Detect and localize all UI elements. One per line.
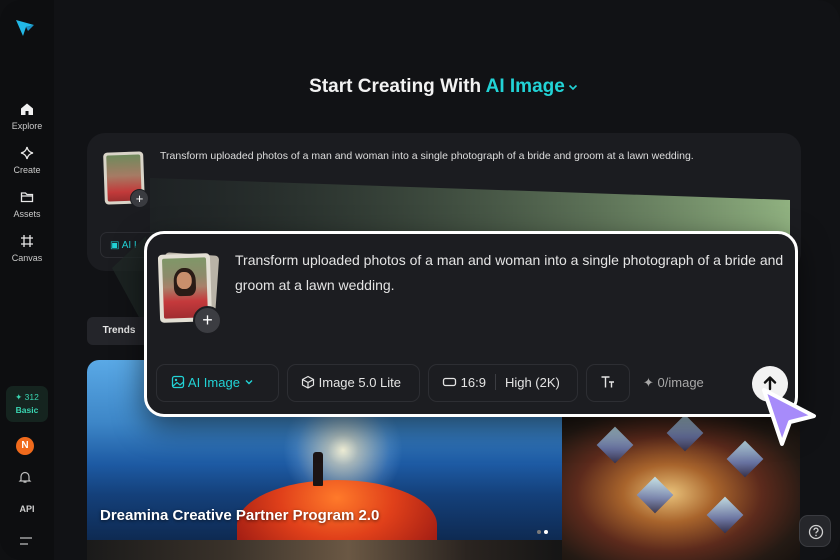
- sidebar-item-label: Explore: [11, 121, 43, 131]
- generation-cost: ✦ 0/image: [643, 364, 704, 402]
- bell-icon[interactable]: [18, 470, 32, 484]
- model-select[interactable]: Image 5.0 Lite: [287, 364, 420, 402]
- api-link[interactable]: API: [0, 504, 54, 514]
- prompt-card: + Transform uploaded photos of a man and…: [144, 231, 798, 417]
- title-accent: AI Image: [485, 76, 565, 97]
- hero-figure: [313, 452, 323, 486]
- ratio-label: 16:9: [460, 375, 486, 390]
- bg-mode-label: AI I: [121, 240, 137, 251]
- sidebar-item-create[interactable]: Create: [0, 146, 54, 175]
- folder-icon: [20, 192, 34, 203]
- text-style-button[interactable]: [586, 364, 630, 402]
- crystal-shape: [706, 496, 744, 534]
- page-title: Start Creating With AI Image: [0, 76, 840, 98]
- ratio-quality-select[interactable]: 16:9 High (2K): [428, 364, 578, 402]
- chevron-down-icon: [245, 380, 253, 385]
- prompt-input[interactable]: Transform uploaded photos of a man and w…: [235, 248, 785, 298]
- sidebar-item-label: Canvas: [11, 253, 43, 263]
- cursor-pointer-icon: [762, 388, 816, 446]
- chevron-down-icon: [568, 84, 577, 91]
- credits-badge[interactable]: ✦ 312 Basic: [6, 386, 48, 422]
- sidebar-item-label: Create: [13, 165, 41, 175]
- sparkle-icon: [20, 146, 34, 160]
- aspect-ratio-icon: [442, 377, 457, 387]
- carousel-dot[interactable]: [537, 530, 541, 534]
- menu-icon[interactable]: [19, 536, 33, 546]
- crystal-shape: [636, 476, 674, 514]
- mode-label: AI Image: [187, 375, 240, 390]
- model-label: Image 5.0 Lite: [318, 375, 402, 390]
- crystal-shape: [726, 440, 764, 478]
- carousel-dots[interactable]: [537, 521, 551, 539]
- hero-title: Dreamina Creative Partner Program 2.0: [100, 507, 380, 524]
- quality-label: High (2K): [504, 375, 560, 390]
- sidebar-item-label: Assets: [13, 209, 41, 219]
- sidebar-item-assets[interactable]: Assets: [0, 190, 54, 219]
- image-icon: [171, 375, 185, 389]
- crystal-shape: [666, 414, 704, 452]
- tab-trends[interactable]: Trends: [87, 317, 151, 345]
- sparkle-icon: ✦: [643, 375, 654, 390]
- mode-select[interactable]: AI Image: [156, 364, 279, 402]
- sidebar-item-canvas[interactable]: Canvas: [0, 234, 54, 263]
- bg-prompt-text: Transform uploaded photos of a man and w…: [160, 150, 694, 162]
- help-button[interactable]: [799, 515, 831, 547]
- title-prefix: Start Creating With: [309, 76, 482, 97]
- crystal-shape: [596, 426, 634, 464]
- app-logo-icon[interactable]: [14, 16, 36, 38]
- bg-add-image-button[interactable]: +: [130, 189, 149, 208]
- plan-label: Basic: [15, 405, 39, 415]
- gallery-artwork-strip[interactable]: [87, 540, 562, 560]
- cost-label: 0/image: [657, 375, 704, 390]
- help-icon: [808, 524, 824, 540]
- image-icon: ▣: [110, 240, 120, 251]
- cube-icon: [301, 375, 315, 389]
- avatar[interactable]: N: [16, 437, 34, 455]
- generation-toolbar: AI Image Image 5.0 Lite 16:9 High (2K) ✦…: [156, 364, 788, 404]
- sidebar-item-explore[interactable]: Explore: [0, 102, 54, 131]
- credits-amount: 312: [24, 392, 39, 402]
- canvas-icon: [21, 235, 33, 247]
- add-image-button[interactable]: +: [193, 306, 222, 335]
- text-size-icon: [601, 376, 614, 388]
- app-window: Explore Create Assets Canvas ✦ 312 Basic…: [0, 0, 840, 560]
- carousel-dot-active[interactable]: [544, 530, 548, 534]
- plus-icon: +: [202, 310, 213, 330]
- mode-dropdown[interactable]: AI Image: [486, 76, 579, 97]
- home-icon: [21, 103, 33, 115]
- credits-star-icon: ✦: [15, 392, 23, 402]
